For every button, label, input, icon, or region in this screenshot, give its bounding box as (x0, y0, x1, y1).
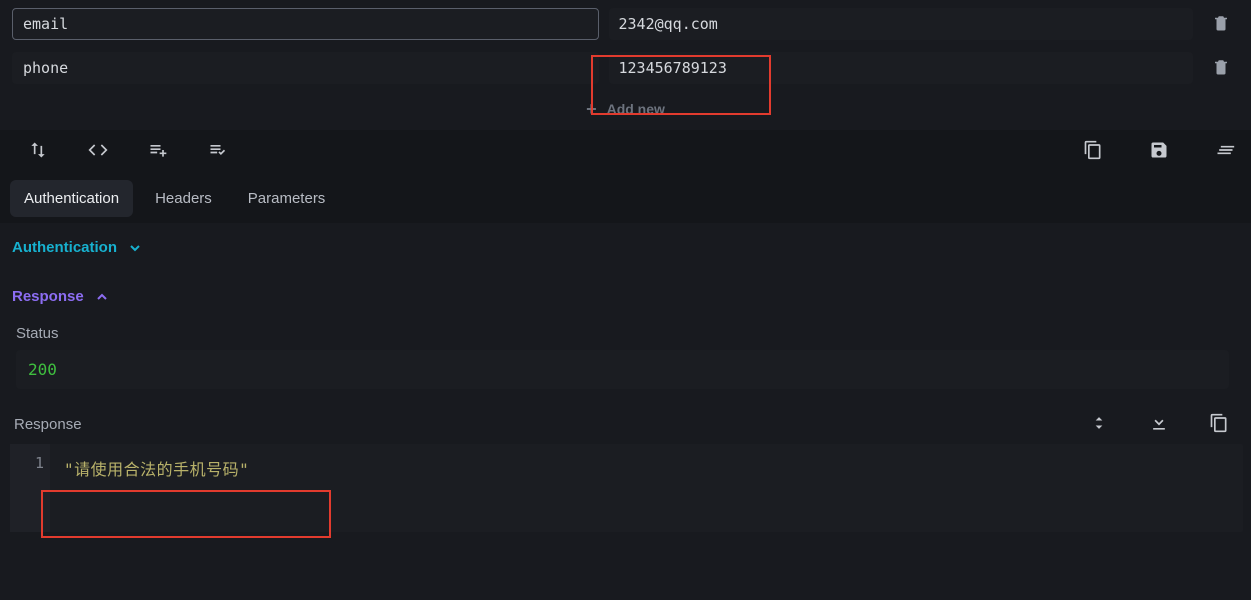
tab-headers[interactable]: Headers (141, 180, 226, 217)
param-value-input[interactable]: 2342@qq.com (609, 8, 1194, 40)
copy-icon[interactable] (1209, 413, 1229, 436)
response-label: Response (14, 416, 82, 433)
request-tabs: Authentication Headers Parameters (0, 178, 1251, 223)
playlist-add-icon[interactable] (148, 140, 168, 160)
authentication-section-label: Authentication (12, 239, 117, 256)
param-value-input[interactable]: 123456789123 (609, 52, 1194, 84)
copy-icon[interactable] (1083, 140, 1103, 160)
save-icon[interactable] (1149, 140, 1169, 160)
response-section-label: Response (12, 288, 84, 305)
status-value: 200 (28, 360, 57, 379)
line-gutter: 1 (10, 444, 50, 532)
chevron-down-icon (127, 240, 143, 256)
param-key-input[interactable]: email (12, 8, 599, 40)
params-table: email 2342@qq.com phone 123456789123 + A… (0, 0, 1251, 130)
download-icon[interactable] (1149, 413, 1169, 436)
trash-icon[interactable] (1212, 14, 1230, 35)
authentication-section-toggle[interactable]: Authentication (12, 239, 1237, 256)
param-value-text: 2342@qq.com (619, 15, 718, 33)
code-icon[interactable] (88, 140, 108, 160)
add-new-button[interactable]: + Add new (12, 96, 1239, 130)
unfold-icon[interactable] (1089, 413, 1109, 436)
response-section-toggle[interactable]: Response (12, 288, 1237, 305)
status-label: Status (12, 323, 1237, 350)
response-body-editor[interactable]: 1 "请使用合法的手机号码" (10, 444, 1243, 532)
param-row: email 2342@qq.com (12, 8, 1239, 40)
playlist-check-icon[interactable] (208, 140, 228, 160)
response-body-header: Response (0, 395, 1251, 442)
sort-icon[interactable] (28, 140, 48, 160)
add-new-label: Add new (607, 101, 665, 117)
editor-toolbar (0, 130, 1251, 178)
chevron-up-icon (94, 289, 110, 305)
status-box: 200 (16, 350, 1229, 389)
param-key-text: email (23, 15, 68, 33)
trash-icon[interactable] (1212, 58, 1230, 79)
line-number: 1 (10, 454, 44, 472)
plus-icon: + (586, 100, 597, 118)
clear-all-icon[interactable] (1215, 140, 1235, 160)
param-value-text: 123456789123 (619, 59, 727, 77)
param-row: phone 123456789123 (12, 52, 1239, 84)
tab-authentication[interactable]: Authentication (10, 180, 133, 217)
param-key-text: phone (23, 59, 68, 77)
response-body-line: "请使用合法的手机号码" (64, 450, 1243, 480)
param-key-input[interactable]: phone (12, 52, 599, 84)
tab-parameters[interactable]: Parameters (234, 180, 340, 217)
